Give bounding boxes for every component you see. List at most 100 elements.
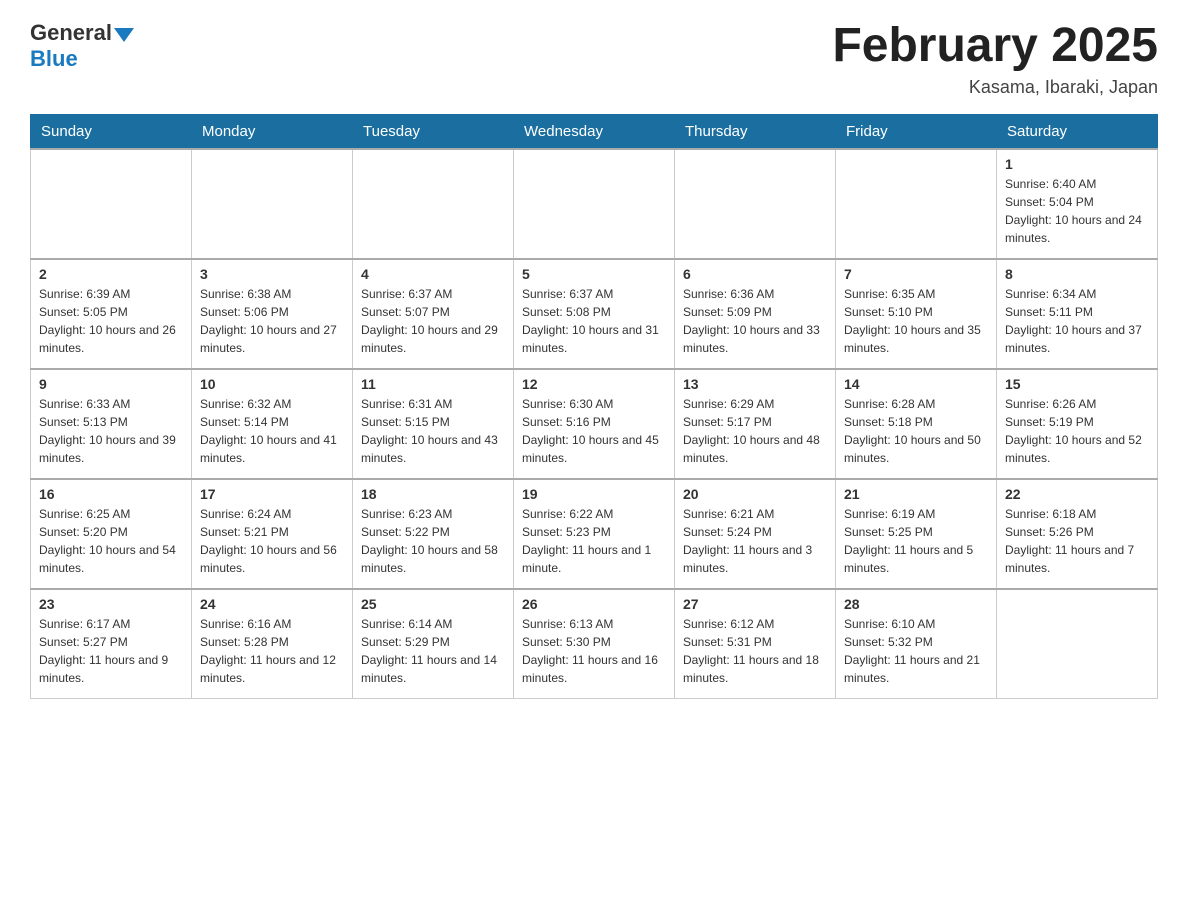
calendar-cell: 10 Sunrise: 6:32 AMSunset: 5:14 PMDayligh… [192,369,353,479]
title-block: February 2025 Kasama, Ibaraki, Japan [832,20,1158,98]
calendar-week-3: 9 Sunrise: 6:33 AMSunset: 5:13 PMDaylight… [31,369,1158,479]
calendar-cell: 22 Sunrise: 6:18 AMSunset: 5:26 PMDayligh… [997,479,1158,589]
calendar-cell: 26Sunrise: 6:13 AMSunset: 5:30 PMDayligh… [514,589,675,699]
day-info: Sunrise: 6:12 AMSunset: 5:31 PMDaylight:… [683,615,827,687]
day-number: 14 [844,376,988,392]
day-info: Sunrise: 6:26 AMSunset: 5:19 PMDaylight:… [1005,395,1149,467]
weekday-header-row: SundayMondayTuesdayWednesdayThursdayFrid… [31,114,1158,149]
day-info: Sunrise: 6:19 AMSunset: 5:25 PMDaylight:… [844,505,988,577]
day-number: 8 [1005,266,1149,282]
day-number: 21 [844,486,988,502]
calendar-cell: 19 Sunrise: 6:22 AMSunset: 5:23 PMDayligh… [514,479,675,589]
calendar-cell: 24 Sunrise: 6:16 AMSunset: 5:28 PMDayligh… [192,589,353,699]
calendar-cell [836,149,997,259]
day-number: 1 [1005,156,1149,172]
calendar-cell [353,149,514,259]
day-number: 23 [39,596,183,612]
calendar-cell: 3 Sunrise: 6:38 AMSunset: 5:06 PMDaylight… [192,259,353,369]
day-number: 7 [844,266,988,282]
day-info: Sunrise: 6:37 AMSunset: 5:08 PMDaylight:… [522,285,666,357]
day-info: Sunrise: 6:22 AMSunset: 5:23 PMDaylight:… [522,505,666,577]
day-info: Sunrise: 6:29 AMSunset: 5:17 PMDaylight:… [683,395,827,467]
day-number: 5 [522,266,666,282]
logo-blue-text: Blue [30,46,134,72]
day-info: Sunrise: 6:32 AMSunset: 5:14 PMDaylight:… [200,395,344,467]
weekday-header-monday: Monday [192,114,353,149]
day-info: Sunrise: 6:10 AMSunset: 5:32 PMDaylight:… [844,615,988,687]
logo: General Blue [30,20,134,72]
day-number: 19 [522,486,666,502]
weekday-header-friday: Friday [836,114,997,149]
day-number: 17 [200,486,344,502]
day-info: Sunrise: 6:18 AMSunset: 5:26 PMDaylight:… [1005,505,1149,577]
weekday-header-saturday: Saturday [997,114,1158,149]
day-info: Sunrise: 6:39 AMSunset: 5:05 PMDaylight:… [39,285,183,357]
day-number: 28 [844,596,988,612]
day-number: 18 [361,486,505,502]
calendar-cell: 7 Sunrise: 6:35 AMSunset: 5:10 PMDaylight… [836,259,997,369]
day-number: 22 [1005,486,1149,502]
calendar-cell: 4 Sunrise: 6:37 AMSunset: 5:07 PMDaylight… [353,259,514,369]
calendar-cell: 21 Sunrise: 6:19 AMSunset: 5:25 PMDayligh… [836,479,997,589]
day-number: 16 [39,486,183,502]
calendar-week-4: 16Sunrise: 6:25 AMSunset: 5:20 PMDayligh… [31,479,1158,589]
day-number: 2 [39,266,183,282]
day-number: 13 [683,376,827,392]
day-info: Sunrise: 6:34 AMSunset: 5:11 PMDaylight:… [1005,285,1149,357]
month-title: February 2025 [832,20,1158,73]
day-info: Sunrise: 6:14 AMSunset: 5:29 PMDaylight:… [361,615,505,687]
day-number: 20 [683,486,827,502]
day-info: Sunrise: 6:38 AMSunset: 5:06 PMDaylight:… [200,285,344,357]
day-number: 9 [39,376,183,392]
calendar-cell: 11Sunrise: 6:31 AMSunset: 5:15 PMDayligh… [353,369,514,479]
day-info: Sunrise: 6:17 AMSunset: 5:27 PMDaylight:… [39,615,183,687]
calendar-cell: 8 Sunrise: 6:34 AMSunset: 5:11 PMDaylight… [997,259,1158,369]
calendar-cell: 13 Sunrise: 6:29 AMSunset: 5:17 PMDayligh… [675,369,836,479]
day-info: Sunrise: 6:37 AMSunset: 5:07 PMDaylight:… [361,285,505,357]
weekday-header-thursday: Thursday [675,114,836,149]
day-info: Sunrise: 6:40 AMSunset: 5:04 PMDaylight:… [1005,175,1149,247]
day-number: 15 [1005,376,1149,392]
calendar-cell: 9 Sunrise: 6:33 AMSunset: 5:13 PMDaylight… [31,369,192,479]
calendar-cell: 15 Sunrise: 6:26 AMSunset: 5:19 PMDayligh… [997,369,1158,479]
day-info: Sunrise: 6:36 AMSunset: 5:09 PMDaylight:… [683,285,827,357]
day-number: 10 [200,376,344,392]
calendar-week-5: 23 Sunrise: 6:17 AMSunset: 5:27 PMDayligh… [31,589,1158,699]
calendar-cell: 14 Sunrise: 6:28 AMSunset: 5:18 PMDayligh… [836,369,997,479]
calendar-cell: 28 Sunrise: 6:10 AMSunset: 5:32 PMDayligh… [836,589,997,699]
calendar-cell [514,149,675,259]
day-info: Sunrise: 6:24 AMSunset: 5:21 PMDaylight:… [200,505,344,577]
day-number: 4 [361,266,505,282]
calendar-cell: 6Sunrise: 6:36 AMSunset: 5:09 PMDaylight… [675,259,836,369]
day-number: 24 [200,596,344,612]
calendar-cell: 27 Sunrise: 6:12 AMSunset: 5:31 PMDayligh… [675,589,836,699]
calendar-cell [997,589,1158,699]
day-info: Sunrise: 6:28 AMSunset: 5:18 PMDaylight:… [844,395,988,467]
day-info: Sunrise: 6:33 AMSunset: 5:13 PMDaylight:… [39,395,183,467]
calendar-cell: 2 Sunrise: 6:39 AMSunset: 5:05 PMDaylight… [31,259,192,369]
weekday-header-tuesday: Tuesday [353,114,514,149]
calendar-cell [675,149,836,259]
day-info: Sunrise: 6:13 AMSunset: 5:30 PMDaylight:… [522,615,666,687]
day-number: 11 [361,376,505,392]
calendar-cell [31,149,192,259]
calendar-cell: 17 Sunrise: 6:24 AMSunset: 5:21 PMDayligh… [192,479,353,589]
calendar-cell: 23 Sunrise: 6:17 AMSunset: 5:27 PMDayligh… [31,589,192,699]
calendar-cell: 25 Sunrise: 6:14 AMSunset: 5:29 PMDayligh… [353,589,514,699]
day-info: Sunrise: 6:30 AMSunset: 5:16 PMDaylight:… [522,395,666,467]
day-number: 27 [683,596,827,612]
location-subtitle: Kasama, Ibaraki, Japan [832,77,1158,98]
day-number: 25 [361,596,505,612]
calendar-table: SundayMondayTuesdayWednesdayThursdayFrid… [30,114,1158,700]
calendar-cell [192,149,353,259]
day-info: Sunrise: 6:16 AMSunset: 5:28 PMDaylight:… [200,615,344,687]
calendar-cell: 20 Sunrise: 6:21 AMSunset: 5:24 PMDayligh… [675,479,836,589]
day-info: Sunrise: 6:21 AMSunset: 5:24 PMDaylight:… [683,505,827,577]
calendar-week-1: 1 Sunrise: 6:40 AMSunset: 5:04 PMDaylight… [31,149,1158,259]
day-info: Sunrise: 6:35 AMSunset: 5:10 PMDaylight:… [844,285,988,357]
calendar-week-2: 2 Sunrise: 6:39 AMSunset: 5:05 PMDaylight… [31,259,1158,369]
logo-general-text: General [30,20,112,46]
day-number: 12 [522,376,666,392]
logo-arrow-icon [114,28,134,42]
day-number: 3 [200,266,344,282]
